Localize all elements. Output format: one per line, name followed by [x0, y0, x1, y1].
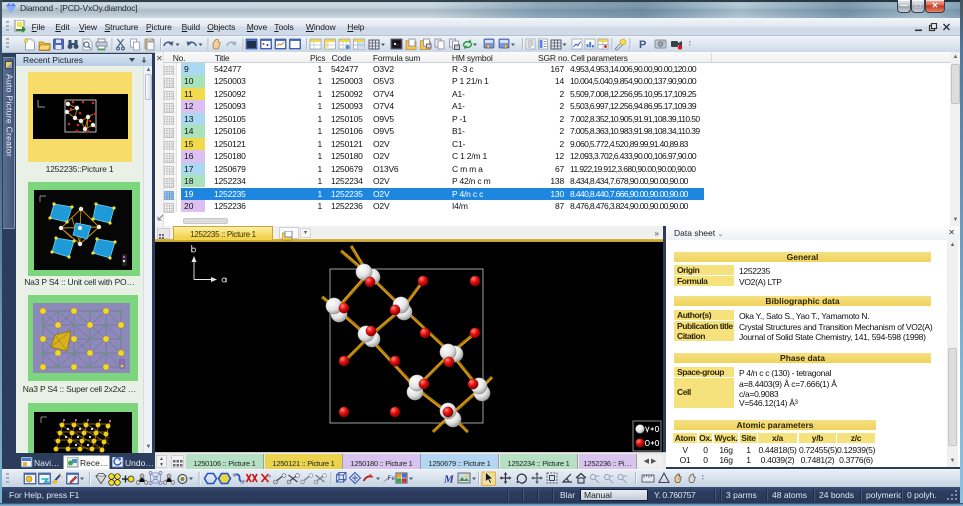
svg-text:Fe: Fe	[388, 475, 396, 482]
svg-text:P: P	[639, 39, 646, 51]
svg-text:M: M	[443, 474, 455, 486]
